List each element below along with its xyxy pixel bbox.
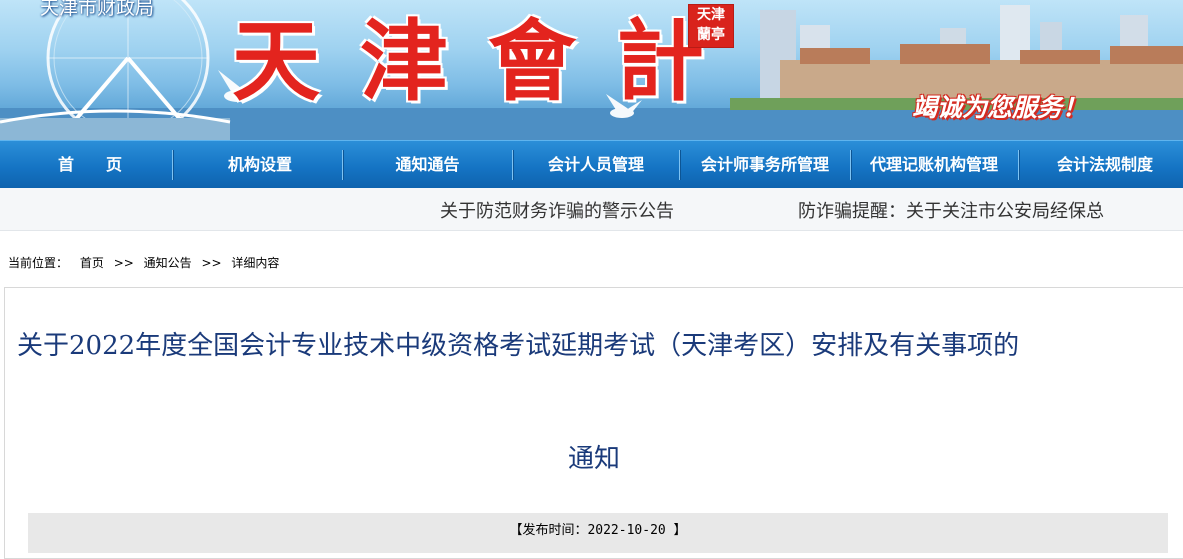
publish-date: 【发布时间：2022-10-20 】 bbox=[509, 523, 687, 538]
seal-stamp: 天津 蘭亭 bbox=[688, 4, 734, 48]
ticker-item[interactable]: 防诈骗提醒：关于关注市公安局经保总 bbox=[798, 197, 1104, 223]
nav-divider bbox=[850, 150, 851, 180]
breadcrumb: 当前位置： 首页 >> 通知公告 >> 详细内容 bbox=[8, 254, 279, 271]
nav-item-notices[interactable]: 通知通告 bbox=[355, 141, 500, 189]
nav-item-accountant-management[interactable]: 会计人员管理 bbox=[520, 141, 672, 189]
site-banner: 天津市财政局 天津會計 天津 蘭亭 竭诚为您服务！ bbox=[0, 0, 1183, 140]
nav-item-regulations[interactable]: 会计法规制度 bbox=[1030, 141, 1180, 189]
breadcrumb-prefix: 当前位置： bbox=[8, 256, 69, 270]
breadcrumb-current: 详细内容 bbox=[231, 256, 280, 270]
nav-item-home[interactable]: 首 页 bbox=[35, 141, 145, 189]
article-panel: 关于2022年度全国会计专业技术中级资格考试延期考试（天津考区）安排及有关事项的… bbox=[4, 287, 1183, 559]
article-title: 关于2022年度全国会计专业技术中级资格考试延期考试（天津考区）安排及有关事项的 bbox=[17, 331, 1020, 361]
nav-divider bbox=[512, 150, 513, 180]
main-nav: 首 页 机构设置 通知通告 会计人员管理 会计师事务所管理 代理记账机构管理 会… bbox=[0, 140, 1183, 189]
ticker-item[interactable]: 关于防范财务诈骗的警示公告 bbox=[440, 197, 674, 223]
breadcrumb-separator: >> bbox=[113, 256, 134, 270]
site-title: 天津會計 bbox=[232, 9, 745, 113]
nav-item-organization[interactable]: 机构设置 bbox=[190, 141, 330, 189]
slogan: 竭诚为您服务！ bbox=[912, 93, 1088, 122]
article-title-continued: 通知 bbox=[568, 444, 621, 474]
ferris-wheel-icon bbox=[0, 0, 231, 140]
bureau-label: 天津市财政局 bbox=[40, 0, 155, 19]
breadcrumb-home-link[interactable]: 首页 bbox=[80, 256, 104, 270]
nav-item-bookkeeping-agency[interactable]: 代理记账机构管理 bbox=[852, 141, 1016, 189]
nav-divider bbox=[342, 150, 343, 180]
breadcrumb-notices-link[interactable]: 通知公告 bbox=[144, 256, 192, 270]
announcement-ticker: 关于防范财务诈骗的警示公告 防诈骗提醒：关于关注市公安局经保总 bbox=[0, 188, 1183, 231]
nav-divider bbox=[679, 150, 680, 180]
nav-divider bbox=[172, 150, 173, 180]
publish-info-bar: 【发布时间：2022-10-20 】 bbox=[28, 513, 1168, 553]
nav-item-firm-management[interactable]: 会计师事务所管理 bbox=[682, 141, 848, 189]
breadcrumb-separator: >> bbox=[201, 256, 222, 270]
nav-divider bbox=[1018, 150, 1019, 180]
